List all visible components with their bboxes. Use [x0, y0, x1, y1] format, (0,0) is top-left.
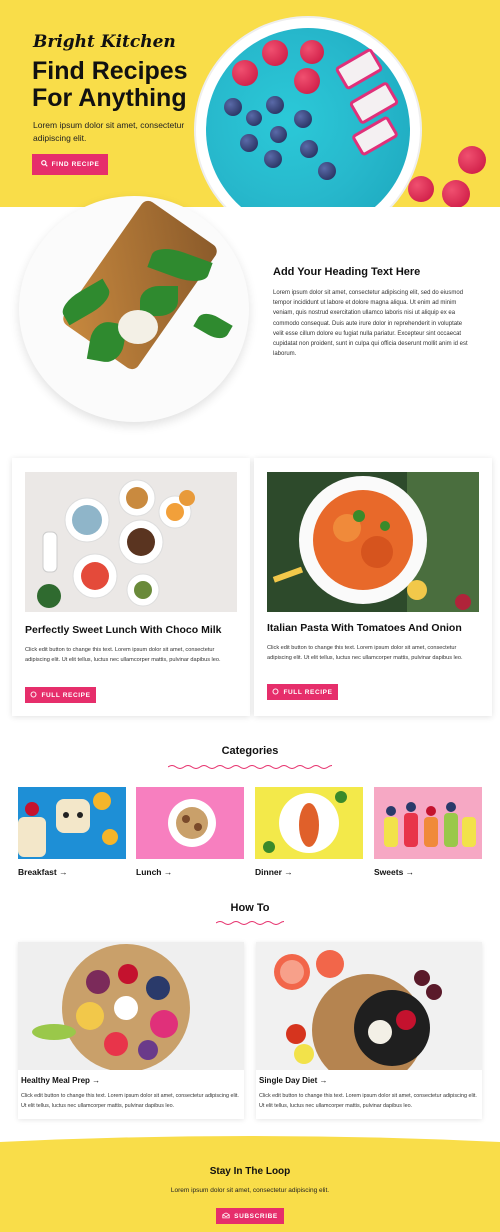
howto-title[interactable]: Single Day Diet → — [259, 1076, 327, 1085]
brand-logo[interactable]: Bright Kitchen — [33, 32, 176, 52]
category-image-breakfast[interactable] — [18, 787, 126, 859]
recipe-image-lunch — [25, 472, 237, 612]
find-recipe-label: FIND RECIPE — [51, 161, 100, 168]
blueberry-decor — [240, 134, 258, 152]
feature-text: Lorem ipsum dolor sit amet, consectetur … — [273, 290, 468, 358]
blueberry-decor — [246, 110, 262, 126]
newsletter-text: Lorem ipsum dolor sit amet, consectetur … — [170, 1187, 330, 1194]
search-icon — [40, 160, 48, 169]
raspberry-decor — [458, 146, 486, 174]
chat-icon — [30, 691, 37, 700]
find-recipe-button[interactable]: FIND RECIPE — [32, 154, 108, 175]
recipe-title[interactable]: Perfectly Sweet Lunch With Choco Milk — [25, 624, 245, 636]
raspberry-decor — [262, 40, 288, 66]
raspberry-decor — [300, 40, 324, 64]
full-recipe-button[interactable]: FULL RECIPE — [25, 687, 96, 703]
howto-card[interactable]: Single Day Diet → Click edit button to c… — [256, 942, 482, 1119]
howto-text: Click edit button to change this text. L… — [259, 1093, 477, 1109]
feature-heading: Add Your Heading Text Here — [273, 266, 421, 278]
recipe-card[interactable]: Perfectly Sweet Lunch With Choco Milk Cl… — [12, 458, 250, 716]
egg-decor — [118, 310, 158, 344]
hero-subtitle: Lorem ipsum dolor sit amet, consectetur … — [33, 120, 185, 143]
category-image-lunch[interactable] — [136, 787, 244, 859]
raspberry-decor — [408, 176, 434, 202]
howto-heading: How To — [230, 902, 270, 914]
wavy-divider — [168, 765, 332, 769]
howto-text: Click edit button to change this text. L… — [21, 1093, 239, 1109]
raspberry-decor — [232, 60, 258, 86]
recipe-card[interactable]: Italian Pasta With Tomatoes And Onion Cl… — [254, 458, 492, 716]
category-image-sweets[interactable] — [374, 787, 482, 859]
full-recipe-button[interactable]: FULL RECIPE — [267, 684, 338, 700]
recipe-image-pasta — [267, 472, 479, 612]
hero-title: Find Recipes For Anything — [32, 57, 188, 112]
recipe-title[interactable]: Italian Pasta With Tomatoes And Onion — [267, 622, 487, 634]
raspberry-decor — [294, 68, 320, 94]
subscribe-button[interactable]: SUBSCRIBE — [216, 1208, 284, 1224]
mail-icon — [222, 1211, 230, 1221]
full-recipe-label: FULL RECIPE — [41, 691, 91, 699]
blueberry-decor — [266, 96, 284, 114]
newsletter-heading: Stay In The Loop — [209, 1166, 291, 1177]
category-link-breakfast[interactable]: Breakfast → — [18, 867, 68, 877]
howto-image-meal-prep — [18, 942, 244, 1070]
chat-icon — [272, 688, 279, 697]
blueberry-decor — [264, 150, 282, 168]
recipe-text: Click edit button to change this text. L… — [267, 645, 463, 661]
category-image-dinner[interactable] — [255, 787, 363, 859]
blueberry-decor — [318, 162, 336, 180]
categories-heading: Categories — [221, 745, 279, 757]
subscribe-label: SUBSCRIBE — [234, 1212, 278, 1220]
blueberry-decor — [300, 140, 318, 158]
raspberry-decor — [442, 180, 470, 207]
category-link-sweets[interactable]: Sweets → — [374, 867, 414, 877]
recipe-text: Click edit button to change this text. L… — [25, 647, 221, 663]
blueberry-decor — [270, 126, 287, 143]
category-link-dinner[interactable]: Dinner → — [255, 867, 293, 877]
wavy-divider — [216, 921, 284, 925]
blueberry-decor — [224, 98, 242, 116]
howto-title[interactable]: Healthy Meal Prep → — [21, 1076, 100, 1085]
category-link-lunch[interactable]: Lunch → — [136, 867, 172, 877]
blueberry-decor — [294, 110, 312, 128]
howto-image-single-day-diet — [256, 942, 482, 1070]
hero-section: Bright Kitchen Find Recipes For Anything… — [0, 0, 500, 207]
howto-card[interactable]: Healthy Meal Prep → Click edit button to… — [18, 942, 244, 1119]
full-recipe-label: FULL RECIPE — [283, 688, 333, 696]
